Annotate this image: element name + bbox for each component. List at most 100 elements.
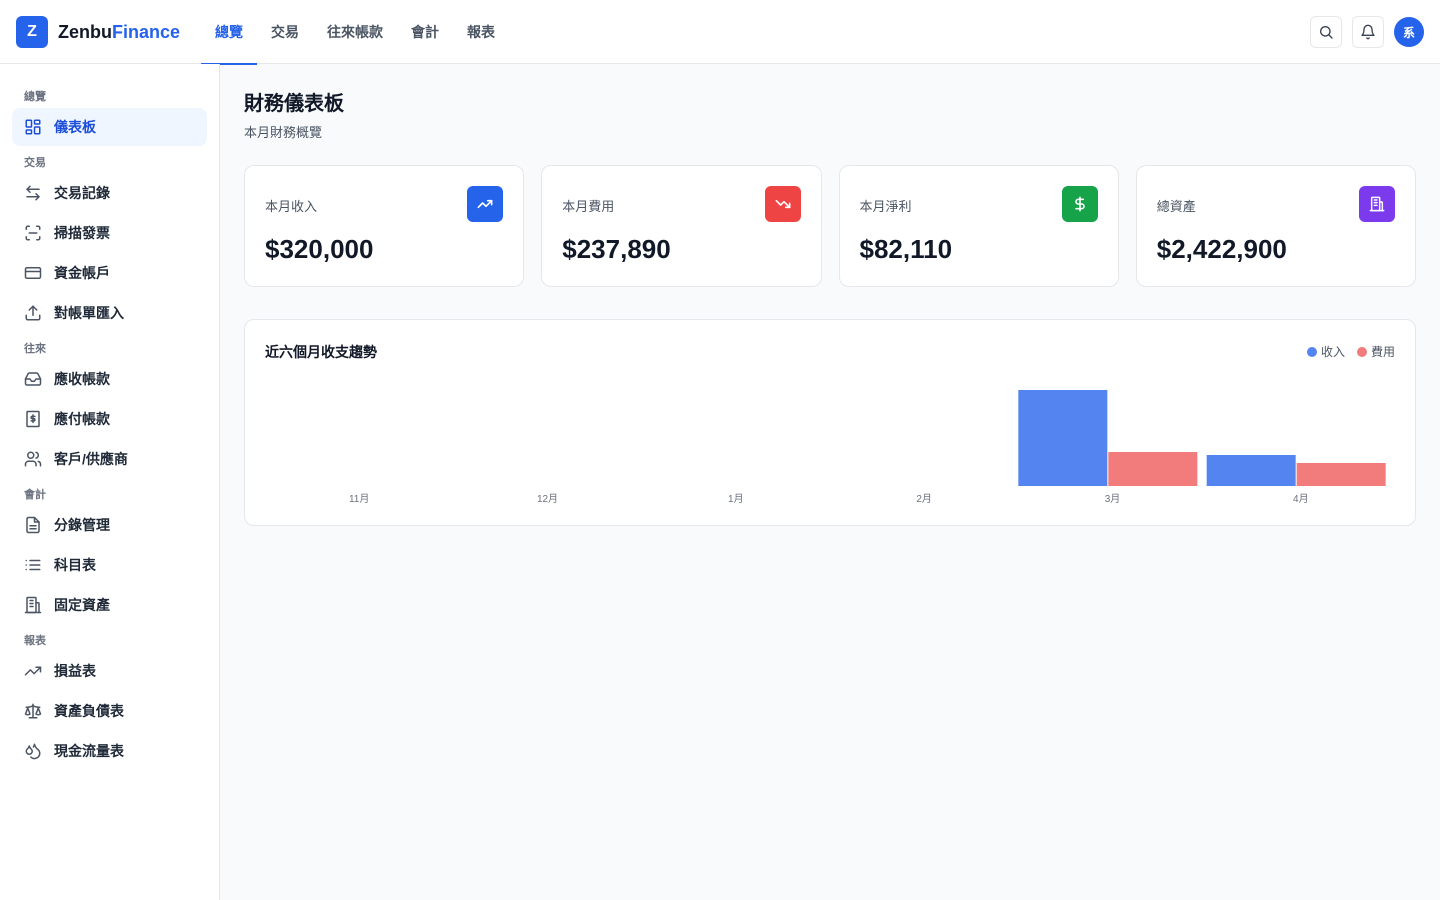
topnav-transactions[interactable]: 交易	[257, 0, 313, 64]
stat-icon-badge	[764, 186, 801, 222]
topnav-reports[interactable]: 報表	[453, 0, 509, 64]
sidebar-section-dealings: 往來 應收帳款 應付帳款 客戶/供應商	[0, 340, 219, 478]
sidebar-item-label: 交易記錄	[54, 185, 110, 201]
stat-card-monthly-net-profit: 本月淨利 $82,110	[838, 165, 1119, 287]
building-icon	[1369, 196, 1385, 212]
sidebar-item-balance-sheet[interactable]: 資產負債表	[12, 692, 207, 730]
x-tick-label: 1月	[728, 493, 744, 505]
brand-name-accent: Finance	[112, 21, 181, 42]
sidebar-item-label: 固定資產	[54, 597, 110, 613]
topnav-overview[interactable]: 總覽	[201, 0, 257, 65]
sidebar-section-label: 總覽	[24, 91, 46, 103]
stat-label: 本月收入	[265, 199, 318, 214]
sidebar-item-label: 應收帳款	[54, 371, 110, 387]
stat-card-monthly-expense: 本月費用 $237,890	[541, 165, 822, 287]
top-actions: 系	[1310, 16, 1424, 48]
sidebar-section-label: 交易	[24, 157, 46, 169]
page-title: 財務儀表板	[244, 93, 344, 115]
x-tick-label: 12月	[537, 493, 558, 505]
upload-icon	[25, 305, 41, 321]
users-icon	[24, 451, 42, 467]
bar-chart: 11月 12月 1月 2月 3月 4月	[349, 390, 1386, 505]
sidebar-item-transaction-records[interactable]: 交易記錄	[12, 174, 207, 212]
stat-label: 本月費用	[562, 199, 615, 214]
page-subtitle: 本月財務概覽	[244, 125, 323, 140]
topnav-receivables-payables[interactable]: 往來帳款	[313, 0, 397, 64]
sidebar-item-label: 分錄管理	[54, 517, 110, 533]
trending-up-icon	[477, 199, 493, 209]
inbox-icon	[24, 372, 42, 386]
search-button[interactable]	[1310, 16, 1342, 48]
x-tick-label: 3月	[1105, 493, 1121, 505]
brand-name-main: Zenbu	[58, 21, 112, 42]
stat-label: 本月淨利	[859, 199, 912, 214]
dollar-icon	[1074, 196, 1085, 212]
sidebar-section-accounting: 會計 分錄管理 科目表 固定資產	[0, 486, 219, 624]
sidebar-section-label: 往來	[24, 343, 46, 355]
sidebar-item-label: 儀表板	[54, 119, 96, 135]
bar-expense-4	[1108, 452, 1198, 486]
search-icon	[1320, 26, 1333, 39]
stat-value: $320,000	[265, 234, 374, 264]
credit-card-icon	[24, 267, 42, 279]
sidebar-item-label: 掃描發票	[54, 225, 110, 241]
stat-icon-badge	[1359, 186, 1395, 222]
stat-value: $82,110	[859, 234, 953, 264]
sidebar: 總覽 儀表板 交易 交易記錄 掃描發票 資金帳戶 對帳單匯入 往來 應收帳款 應…	[0, 64, 220, 900]
sidebar-item-dashboard[interactable]: 儀表板	[12, 108, 207, 146]
sidebar-item-label: 應付帳款	[54, 411, 110, 427]
top-bar: Z ZenbuFinance 總覽 交易 往來帳款 會計 報表 系	[0, 0, 1440, 65]
building-icon	[24, 596, 42, 614]
sidebar-section-label: 會計	[24, 489, 46, 501]
bar-income-5	[1206, 455, 1296, 486]
sidebar-item-chart-of-accounts[interactable]: 科目表	[12, 546, 207, 584]
sidebar-section-label: 報表	[24, 635, 46, 647]
sidebar-item-accounts-payable[interactable]: 應付帳款	[12, 400, 207, 438]
stat-value: $237,890	[562, 234, 671, 264]
sidebar-item-label: 資產負債表	[54, 703, 124, 719]
sidebar-item-label: 對帳單匯入	[54, 305, 124, 321]
stats-row: 本月收入 $320,000 本月費用 $237,890 本月淨利 $82,110…	[244, 165, 1416, 287]
sidebar-section-overview: 總覽 儀表板	[0, 88, 219, 146]
grid-icon	[25, 119, 41, 135]
sidebar-item-label: 損益表	[54, 663, 96, 679]
x-tick-label: 4月	[1293, 493, 1309, 505]
droplets-icon	[25, 743, 41, 760]
stat-card-monthly-income: 本月收入 $320,000	[244, 165, 525, 287]
stat-icon-badge	[467, 186, 504, 222]
scan-icon	[25, 225, 41, 241]
stat-label: 總資產	[1156, 199, 1196, 214]
scale-icon	[24, 703, 42, 719]
avatar[interactable]: 系	[1394, 17, 1424, 47]
sidebar-item-label: 現金流量表	[54, 743, 124, 759]
sidebar-item-label: 資金帳戶	[54, 265, 110, 281]
sidebar-item-scan-invoice[interactable]: 掃描發票	[12, 214, 207, 252]
sidebar-section-reports: 報表 損益表 資產負債表 現金流量表	[0, 632, 219, 770]
sidebar-item-fixed-assets[interactable]: 固定資產	[12, 586, 207, 624]
sidebar-item-statement-import[interactable]: 對帳單匯入	[12, 294, 207, 332]
sidebar-item-journal-entries[interactable]: 分錄管理	[12, 506, 207, 544]
brand[interactable]: Z ZenbuFinance	[16, 16, 180, 48]
notifications-button[interactable]	[1352, 16, 1384, 48]
sidebar-item-fund-accounts[interactable]: 資金帳戶	[12, 254, 207, 292]
file-text-icon	[26, 516, 40, 534]
topnav-accounting[interactable]: 會計	[397, 0, 453, 64]
sidebar-section-transactions: 交易 交易記錄 掃描發票 資金帳戶 對帳單匯入	[0, 154, 219, 332]
brand-logo: Z	[16, 16, 48, 48]
stat-icon-badge	[1061, 186, 1098, 222]
receipt-dollar-icon	[26, 410, 40, 428]
trend-chart-card: 近六個月收支趨勢 收入 費用 11月 12月 1月 2月 3月 4月	[244, 319, 1416, 526]
sidebar-item-accounts-receivable[interactable]: 應收帳款	[12, 360, 207, 398]
sidebar-item-label: 科目表	[54, 557, 96, 573]
stat-card-total-assets: 總資產 $2,422,900	[1135, 165, 1416, 287]
sidebar-item-cash-flow-statement[interactable]: 現金流量表	[12, 732, 207, 770]
trending-up-icon	[24, 666, 42, 676]
x-tick-label: 11月	[349, 493, 369, 505]
bar-income-4	[1018, 390, 1108, 486]
sidebar-item-income-statement[interactable]: 損益表	[12, 652, 207, 690]
sidebar-item-customers-suppliers[interactable]: 客戶/供應商	[12, 440, 207, 478]
sidebar-item-label: 客戶/供應商	[54, 451, 128, 467]
trending-down-icon	[775, 199, 790, 209]
x-tick-label: 2月	[916, 493, 932, 505]
top-nav: 總覽 交易 往來帳款 會計 報表	[201, 0, 509, 65]
